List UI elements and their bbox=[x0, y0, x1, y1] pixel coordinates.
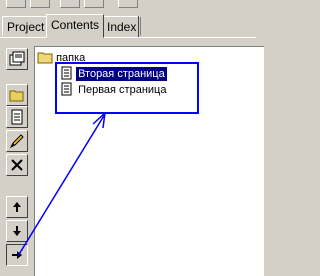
tab-strip-separator bbox=[0, 37, 256, 38]
annotation-rectangle bbox=[55, 62, 199, 114]
annotation-arrow-head bbox=[92, 112, 106, 129]
help-workshop-window: { "tabs": [ {"label": "Project"}, {"labe… bbox=[0, 0, 264, 276]
tab-contents[interactable]: Contents bbox=[46, 14, 105, 38]
annotation-overlay bbox=[17, 62, 199, 257]
annotation-arrow-line bbox=[17, 113, 106, 257]
